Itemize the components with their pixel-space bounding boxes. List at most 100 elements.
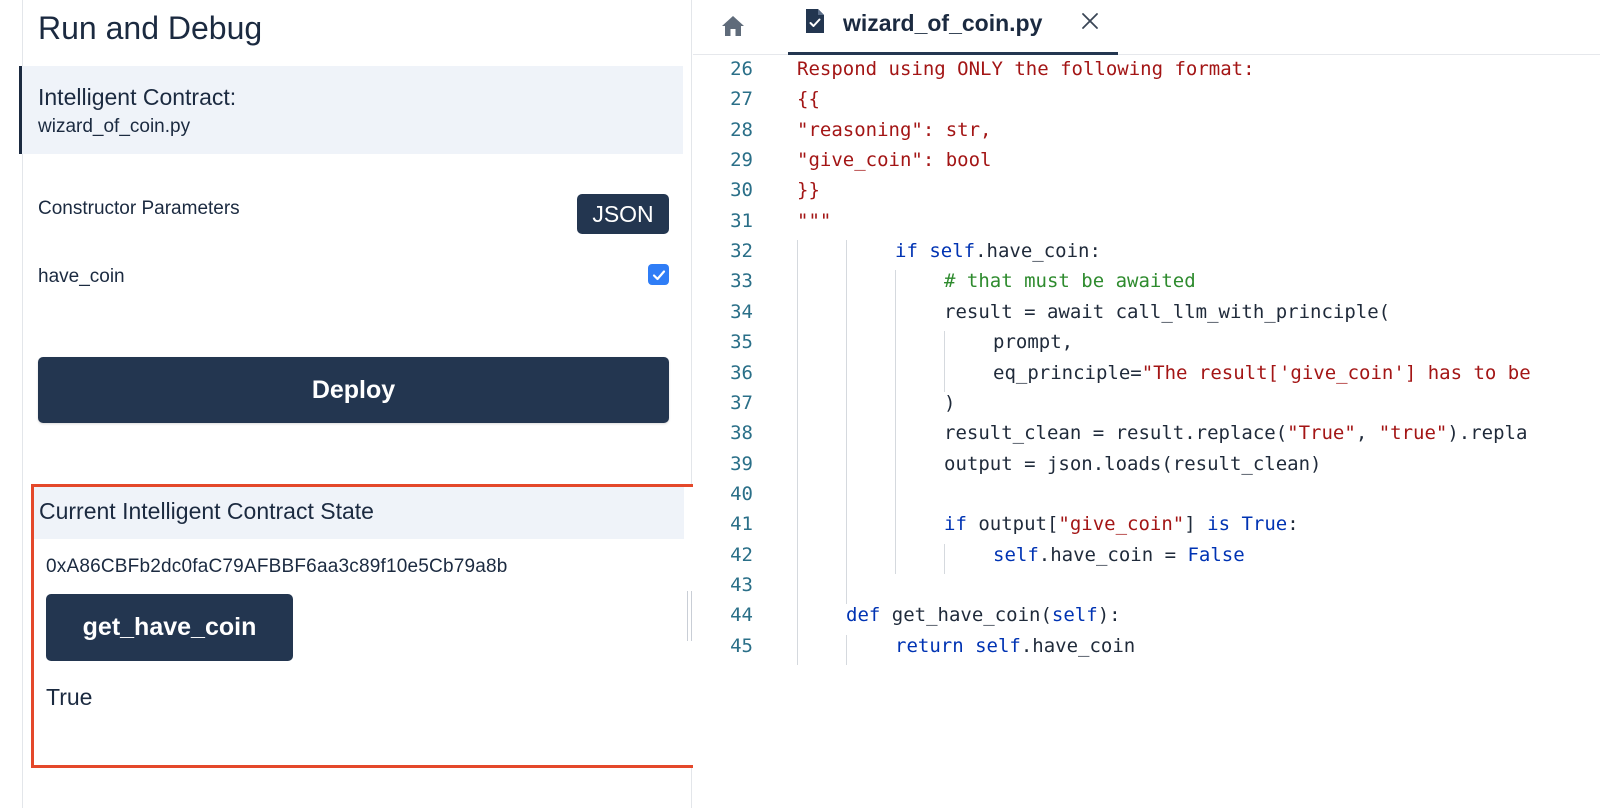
indent-guide xyxy=(846,634,847,665)
line-number: 40 xyxy=(730,482,753,505)
code-content: }} xyxy=(797,179,820,201)
line-number: 28 xyxy=(730,118,753,141)
line-number: 30 xyxy=(730,179,753,202)
method-result: True xyxy=(46,684,93,710)
code-token: output[ xyxy=(966,513,1059,536)
code-token: output = json.loads(result_clean) xyxy=(944,452,1322,475)
code-token: self xyxy=(993,543,1039,566)
code-token: "reasoning": str, xyxy=(797,118,992,141)
code-token: def xyxy=(846,604,881,627)
line-number: 26 xyxy=(730,58,753,80)
code-token: prompt, xyxy=(993,331,1074,354)
contract-state-header: Current Intelligent Contract State xyxy=(34,487,684,539)
indent-guide xyxy=(944,331,945,392)
code-content: self.have_coin = False xyxy=(993,544,1245,566)
resize-handle[interactable] xyxy=(687,591,692,641)
indent-guide xyxy=(797,240,798,665)
checkmark-icon xyxy=(652,269,665,280)
line-number: 45 xyxy=(730,634,753,657)
code-content: eq_principle="The result['give_coin'] ha… xyxy=(993,362,1531,384)
code-token: {{ xyxy=(797,88,820,111)
tab-wizard-of-coin[interactable]: wizard_of_coin.py xyxy=(788,0,1118,55)
code-token: result = await call_llm_with_principle( xyxy=(944,300,1391,323)
code-token: "give_coin": bool xyxy=(797,149,992,172)
indent-guide xyxy=(846,240,847,605)
code-token: # that must be awaited xyxy=(944,270,1196,293)
code-content: output = json.loads(result_clean) xyxy=(944,453,1322,475)
contract-info: Intelligent Contract: wizard_of_coin.py xyxy=(19,66,683,154)
line-number: 36 xyxy=(730,361,753,384)
code-content: Respond using ONLY the following format: xyxy=(797,58,1255,80)
constructor-parameters-label: Constructor Parameters xyxy=(38,198,240,219)
code-token: self xyxy=(963,634,1021,657)
code-token: return xyxy=(895,634,964,657)
code-content: def get_have_coin(self): xyxy=(846,604,1121,626)
code-token: , xyxy=(1355,422,1379,445)
line-number: 42 xyxy=(730,543,753,566)
tab-label: wizard_of_coin.py xyxy=(843,10,1043,36)
contract-file-name: wizard_of_coin.py xyxy=(38,116,191,137)
code-editor: wizard_of_coin.py 26 Respond using ONLY t… xyxy=(693,0,1600,808)
code-content: ) xyxy=(944,392,955,414)
run-debug-sidebar: Run and Debug Intelligent Contract: wiza… xyxy=(0,0,696,808)
get-have-coin-button[interactable]: get_have_coin xyxy=(46,594,293,661)
code-token: .have_coin: xyxy=(975,240,1101,263)
code-content: # that must be awaited xyxy=(944,270,1196,292)
param-have-coin-label: have_coin xyxy=(38,266,125,287)
home-icon xyxy=(722,16,744,36)
contract-address: 0xA86CBFb2dc0faC79AFBBF6aa3c89f10e5Cb79a… xyxy=(46,556,508,577)
code-content: result = await call_llm_with_principle( xyxy=(944,301,1390,323)
line-number: 43 xyxy=(730,573,753,596)
code-token: Respond using ONLY the following format: xyxy=(797,58,1255,80)
code-token: False xyxy=(1187,543,1245,566)
code-token: : xyxy=(1287,513,1299,536)
code-content: prompt, xyxy=(993,331,1073,353)
code-token: ) xyxy=(944,391,956,414)
code-token: .have_coin xyxy=(1020,634,1136,657)
code-content: return self.have_coin xyxy=(895,635,1135,657)
line-number: 34 xyxy=(730,300,753,323)
contract-state-title: Current Intelligent Contract State xyxy=(39,498,374,524)
contract-state-panel: Current Intelligent Contract State 0xA86… xyxy=(31,484,696,768)
contract-label: Intelligent Contract: xyxy=(38,84,237,110)
code-token: ): xyxy=(1097,604,1121,627)
line-number: 29 xyxy=(730,149,753,172)
line-number: 38 xyxy=(730,422,753,445)
close-tab-button[interactable] xyxy=(1079,10,1101,32)
panel-title: Run and Debug xyxy=(38,10,263,46)
file-check-icon xyxy=(806,9,824,33)
code-token: self xyxy=(917,240,976,263)
line-number: 32 xyxy=(730,240,753,263)
line-number: 33 xyxy=(730,270,753,293)
json-toggle-button[interactable]: JSON xyxy=(577,194,669,234)
code-token: "true" xyxy=(1378,422,1448,445)
code-token: eq_principle= xyxy=(993,361,1142,384)
code-content: result_clean = result.replace("True", "t… xyxy=(944,422,1527,444)
indent-guide xyxy=(895,270,896,574)
line-number: 39 xyxy=(730,452,753,475)
code-token: ] xyxy=(1184,513,1208,536)
line-number: 27 xyxy=(730,88,753,111)
code-content: "give_coin": bool xyxy=(797,149,991,171)
have-coin-checkbox[interactable] xyxy=(648,264,669,285)
line-number: 31 xyxy=(730,209,753,232)
code-area[interactable]: 26 Respond using ONLY the following forma… xyxy=(693,58,1600,808)
code-token: }} xyxy=(797,179,820,202)
code-content: {{ xyxy=(797,88,820,110)
code-token: .have_coin = xyxy=(1038,543,1188,566)
code-token: """ xyxy=(797,209,832,232)
indent-guide xyxy=(944,543,945,574)
home-tab[interactable] xyxy=(719,12,747,40)
close-icon xyxy=(1082,13,1098,29)
code-token: is True xyxy=(1207,513,1288,536)
line-number: 44 xyxy=(730,604,753,627)
line-number: 35 xyxy=(730,331,753,354)
code-token: get_have_coin( xyxy=(880,604,1052,627)
line-number: 41 xyxy=(730,513,753,536)
code-token: ).repla xyxy=(1447,422,1528,445)
code-token: if xyxy=(895,240,918,263)
deploy-button[interactable]: Deploy xyxy=(38,357,669,423)
line-number: 37 xyxy=(730,391,753,414)
code-content: """ xyxy=(797,210,831,232)
code-content: "reasoning": str, xyxy=(797,119,991,141)
